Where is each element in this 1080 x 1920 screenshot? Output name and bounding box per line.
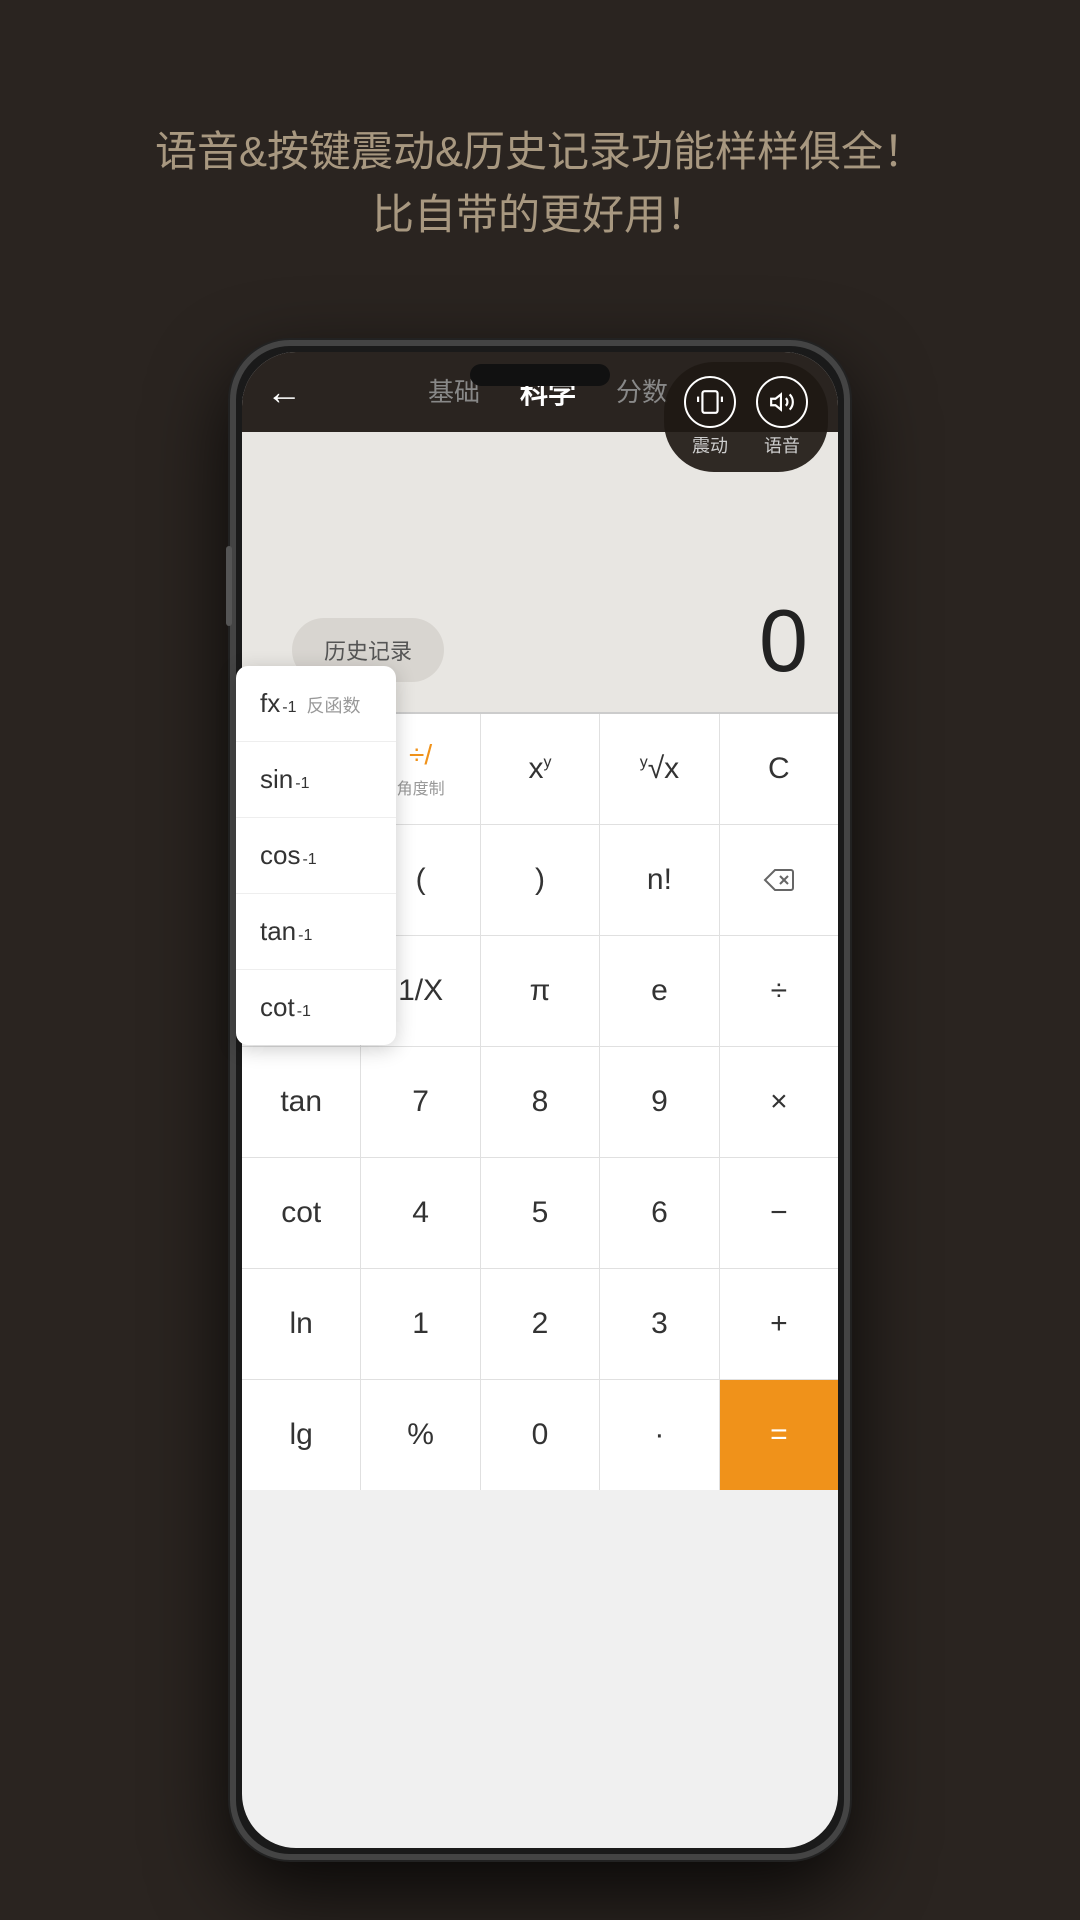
vibrate-button[interactable]: 震动: [684, 376, 736, 458]
key-pi[interactable]: π: [481, 936, 600, 1046]
key-power[interactable]: xy: [481, 714, 600, 824]
key-close-paren[interactable]: ): [481, 825, 600, 935]
key-root[interactable]: y√x: [600, 714, 719, 824]
phone-frame: ← 基础 科学 分数: [230, 340, 850, 1860]
key-e[interactable]: e: [600, 936, 719, 1046]
key-9[interactable]: 9: [600, 1047, 719, 1157]
key-3[interactable]: 3: [600, 1269, 719, 1379]
key-row-6: ln 1 2 3 +: [242, 1269, 838, 1380]
voice-icon: [756, 376, 808, 428]
key-cot[interactable]: cot: [242, 1158, 361, 1268]
promo-line1: 语音&按键震动&历史记录功能样样俱全！: [80, 120, 1000, 183]
tab-fraction[interactable]: 分数: [616, 372, 668, 412]
promo-line2: 比自带的更好用！: [80, 183, 1000, 246]
key-factorial[interactable]: n!: [600, 825, 719, 935]
key-delete[interactable]: [720, 825, 838, 935]
key-dot[interactable]: ·: [600, 1380, 719, 1490]
float-buttons: 震动 语音: [664, 362, 828, 472]
key-percent[interactable]: %: [361, 1380, 480, 1490]
popup-item-cos-inv[interactable]: cos -1: [236, 818, 396, 894]
popup-menu: fx -1 反函数 sin -1 cos -1 tan -1 cot -1: [236, 666, 396, 1045]
key-row-5: cot 4 5 6 −: [242, 1158, 838, 1269]
key-5[interactable]: 5: [481, 1158, 600, 1268]
vibrate-icon: [684, 376, 736, 428]
phone-container: ← 基础 科学 分数: [230, 340, 850, 1860]
phone-screen: ← 基础 科学 分数: [242, 352, 838, 1848]
phone-side-button: [226, 546, 232, 626]
key-6[interactable]: 6: [600, 1158, 719, 1268]
history-label: 历史记录: [324, 634, 412, 666]
key-lg[interactable]: lg: [242, 1380, 361, 1490]
key-equals[interactable]: =: [720, 1380, 838, 1490]
key-row-7: lg % 0 · =: [242, 1380, 838, 1490]
key-2[interactable]: 2: [481, 1269, 600, 1379]
popup-item-fx-inv[interactable]: fx -1 反函数: [236, 666, 396, 742]
voice-label: 语音: [764, 432, 800, 458]
popup-item-cot-inv[interactable]: cot -1: [236, 970, 396, 1045]
promo-text: 语音&按键震动&历史记录功能样样俱全！ 比自带的更好用！: [0, 0, 1080, 326]
key-add[interactable]: +: [720, 1269, 838, 1379]
display-number: 0: [759, 590, 808, 692]
key-divide[interactable]: ÷: [720, 936, 838, 1046]
key-subtract[interactable]: −: [720, 1158, 838, 1268]
key-multiply[interactable]: ×: [720, 1047, 838, 1157]
vibrate-label: 震动: [692, 432, 728, 458]
voice-button[interactable]: 语音: [756, 376, 808, 458]
popup-item-sin-inv[interactable]: sin -1: [236, 742, 396, 818]
phone-notch: [470, 364, 610, 386]
key-4[interactable]: 4: [361, 1158, 480, 1268]
key-7[interactable]: 7: [361, 1047, 480, 1157]
key-ln[interactable]: ln: [242, 1269, 361, 1379]
popup-item-tan-inv[interactable]: tan -1: [236, 894, 396, 970]
key-1[interactable]: 1: [361, 1269, 480, 1379]
key-tan[interactable]: tan: [242, 1047, 361, 1157]
key-0[interactable]: 0: [481, 1380, 600, 1490]
key-row-4: tan 7 8 9 ×: [242, 1047, 838, 1158]
key-clear[interactable]: C: [720, 714, 838, 824]
key-8[interactable]: 8: [481, 1047, 600, 1157]
